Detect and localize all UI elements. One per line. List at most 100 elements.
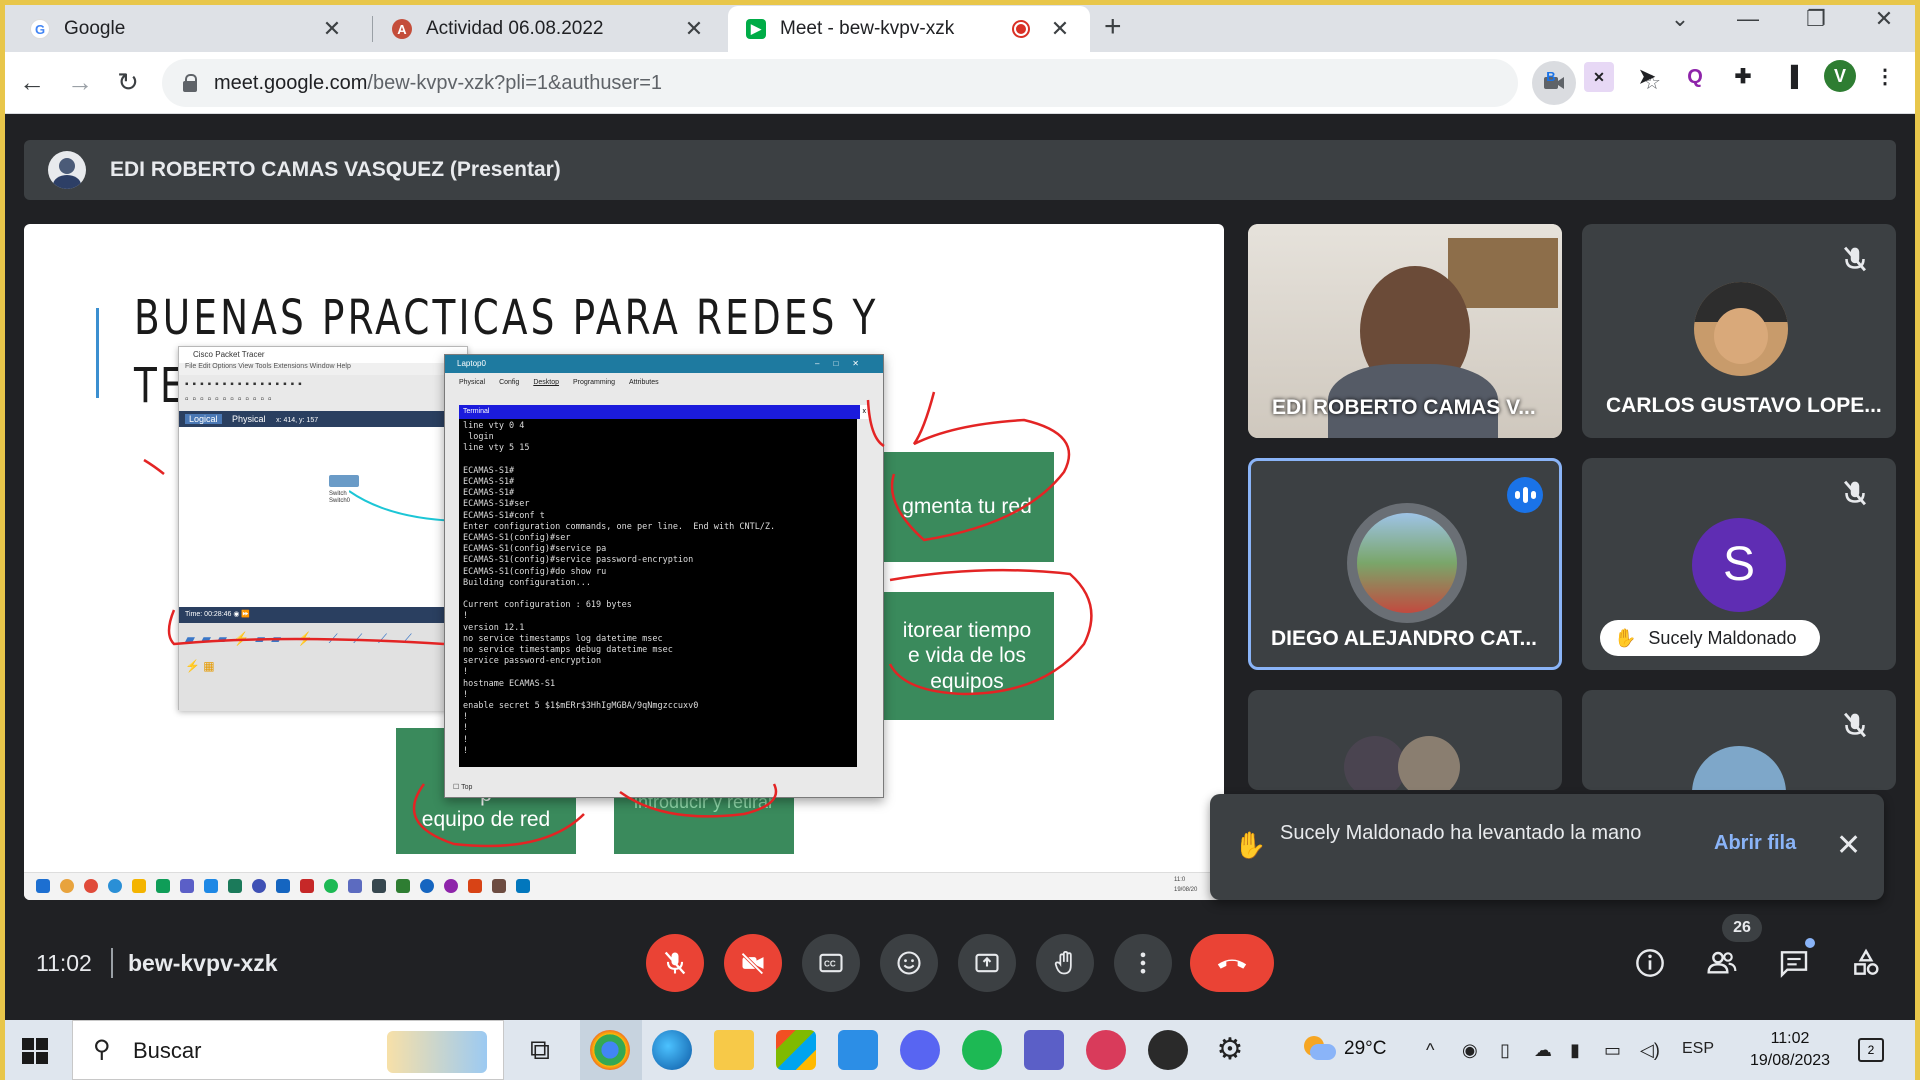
microphone-icon[interactable]: ▮	[1570, 1040, 1580, 1061]
terminal-bar: Terminal x	[459, 405, 869, 419]
participant-avatar-letter: S	[1692, 518, 1786, 612]
url-text[interactable]: meet.google.com/bew-kvpv-xzk?pli=1&authu…	[214, 72, 662, 95]
raise-hand-button[interactable]	[1036, 934, 1094, 992]
microsoft-store-icon[interactable]	[776, 1030, 816, 1070]
new-tab-button[interactable]: +	[1104, 10, 1122, 44]
close-toast-button[interactable]: ✕	[1836, 828, 1861, 863]
discord-icon[interactable]	[900, 1030, 940, 1070]
device-icon[interactable]: ▯	[1500, 1040, 1510, 1061]
present-screen-button[interactable]	[958, 934, 1016, 992]
captions-button[interactable]: CC	[802, 934, 860, 992]
camera-toggle-button[interactable]	[724, 934, 782, 992]
participant-avatar-ring	[1347, 503, 1467, 623]
more-options-button[interactable]	[1114, 934, 1172, 992]
settings-gear-icon[interactable]: ⚙	[1210, 1030, 1250, 1070]
pt-physical-tab: Physical	[232, 414, 266, 424]
tab-search-icon[interactable]: ⌄	[1660, 6, 1700, 32]
tab-meet[interactable]: ▶ Meet - bew-kvpv-xzk ✕	[728, 6, 1090, 52]
back-button[interactable]: ←	[14, 64, 50, 100]
packet-tracer-icon[interactable]	[1086, 1030, 1126, 1070]
shared-screen-clock: 11:0 19/08/20	[1174, 877, 1198, 893]
reactions-button[interactable]	[880, 934, 938, 992]
taskbar-clock[interactable]: 11:02 19/08/2023	[1740, 1028, 1840, 1072]
volume-icon[interactable]: ◁)	[1640, 1040, 1660, 1061]
participant-avatar	[1692, 746, 1786, 790]
close-tab-icon[interactable]: ✕	[320, 16, 344, 42]
close-tab-icon[interactable]: ✕	[1048, 16, 1072, 42]
extension-face-icon[interactable]: ✕	[1584, 62, 1614, 92]
extension-cursor-icon[interactable]: ➤	[1632, 62, 1662, 92]
extension-b-icon[interactable]: B	[1536, 62, 1566, 92]
tab-actividad[interactable]: A Actividad 06.08.2022 ✕	[374, 6, 724, 52]
pt-logical-bar: Logical Physical x: 414, y: 157	[179, 411, 467, 427]
terminal-output: line vty 0 4 login line vty 5 15 ECAMAS-…	[459, 419, 857, 767]
lock-icon[interactable]	[182, 74, 198, 92]
participant-name: EDI ROBERTO CAMAS V...	[1272, 396, 1536, 419]
record-icon[interactable]: ◉	[1462, 1040, 1478, 1061]
file-explorer-icon[interactable]	[714, 1030, 754, 1070]
close-window-button[interactable]: ✕	[1864, 6, 1904, 32]
tab-strip: G Google ✕ A Actividad 06.08.2022 ✕ ▶ Me…	[0, 0, 1920, 52]
close-tab-icon[interactable]: ✕	[682, 16, 706, 42]
extensions-puzzle-icon[interactable]: ✚	[1728, 62, 1758, 92]
minimize-button[interactable]: —	[1728, 6, 1768, 32]
reload-button[interactable]: ↻	[110, 64, 146, 100]
edge-icon[interactable]	[652, 1030, 692, 1070]
presenter-label: EDI ROBERTO CAMAS VASQUEZ (Presentar)	[110, 158, 561, 181]
weather-icon[interactable]	[1300, 1034, 1336, 1064]
slide-box-monitorear: itorear tiempo e vida de los equipos	[880, 592, 1054, 720]
participant-tile-other[interactable]	[1582, 690, 1896, 790]
network-icon[interactable]: ▭	[1604, 1040, 1621, 1061]
presenter-bar: EDI ROBERTO CAMAS VASQUEZ (Presentar)	[24, 140, 1896, 200]
spotify-icon[interactable]	[962, 1030, 1002, 1070]
leave-call-button[interactable]	[1190, 934, 1274, 992]
tab-label: Meet - bew-kvpv-xzk	[780, 18, 955, 39]
mic-toggle-button[interactable]	[646, 934, 704, 992]
meeting-details-button[interactable]	[1629, 942, 1671, 984]
meeting-code: bew-kvpv-xzk	[128, 950, 278, 976]
temperature[interactable]: 29°C	[1344, 1038, 1386, 1060]
participant-tile-diego[interactable]: DIEGO ALEJANDRO CAT...	[1248, 458, 1562, 670]
packet-tracer-window: Cisco Packet Tracer File Edit Options Vi…	[178, 346, 468, 711]
open-queue-button[interactable]: Abrir fila	[1714, 832, 1796, 855]
extension-q-icon[interactable]: Q	[1680, 62, 1710, 92]
participant-tile-sucely[interactable]: S ✋ Sucely Maldonado	[1582, 458, 1896, 670]
participant-tile-edi[interactable]: EDI ROBERTO CAMAS V...	[1248, 224, 1562, 438]
chrome-icon[interactable]	[590, 1030, 630, 1070]
switch-icon	[329, 475, 359, 487]
participant-tile-group[interactable]	[1248, 690, 1562, 790]
teams-icon[interactable]	[1024, 1030, 1064, 1070]
notifications-button[interactable]: 2	[1858, 1038, 1884, 1062]
activities-button[interactable]	[1845, 942, 1887, 984]
chat-button[interactable]	[1773, 938, 1815, 984]
windows-taskbar: ⚲ Buscar ⧉ ⚙ 29°C ^ ◉ ▯ ☁ ▮ ▭ ◁) ESP 11:…	[0, 1020, 1920, 1080]
address-bar[interactable]: meet.google.com/bew-kvpv-xzk?pli=1&authu…	[162, 59, 1661, 107]
tray-overflow-icon[interactable]: ^	[1426, 1040, 1434, 1061]
forward-button[interactable]: →	[62, 64, 98, 100]
unread-dot-icon	[1805, 938, 1815, 948]
slide-box-segmenta: gmenta tu red	[880, 452, 1054, 562]
participant-tile-carlos[interactable]: CARLOS GUSTAVO LOPE...	[1582, 224, 1896, 438]
mail-icon[interactable]	[838, 1030, 878, 1070]
laptop-tab-attributes: Attributes	[629, 379, 659, 386]
pt-time-bar: Time: 00:28:46 ◉ ⏩	[179, 607, 467, 623]
people-button[interactable]	[1701, 942, 1743, 984]
onedrive-icon[interactable]: ☁	[1534, 1040, 1552, 1061]
obs-icon[interactable]	[1148, 1030, 1188, 1070]
speaking-indicator-icon	[1507, 477, 1543, 513]
language-indicator[interactable]: ESP	[1682, 1040, 1714, 1058]
restore-button[interactable]: ❐	[1796, 6, 1836, 32]
info-icon	[1636, 949, 1664, 977]
chrome-menu-icon[interactable]: ⋮	[1870, 62, 1900, 92]
profile-avatar[interactable]: V	[1824, 60, 1856, 92]
participants-count-badge: 26	[1722, 914, 1762, 942]
task-view-icon[interactable]: ⧉	[520, 1030, 560, 1070]
taskbar-search-box[interactable]: ⚲ Buscar	[72, 1020, 504, 1080]
side-panel-icon[interactable]: ▐	[1776, 62, 1806, 92]
tab-google[interactable]: G Google ✕	[12, 6, 362, 52]
divider	[111, 948, 113, 978]
windows-start-button[interactable]	[22, 1038, 48, 1064]
emoji-icon	[897, 951, 921, 975]
tab-separator	[372, 16, 373, 42]
recording-icon	[1012, 20, 1030, 38]
